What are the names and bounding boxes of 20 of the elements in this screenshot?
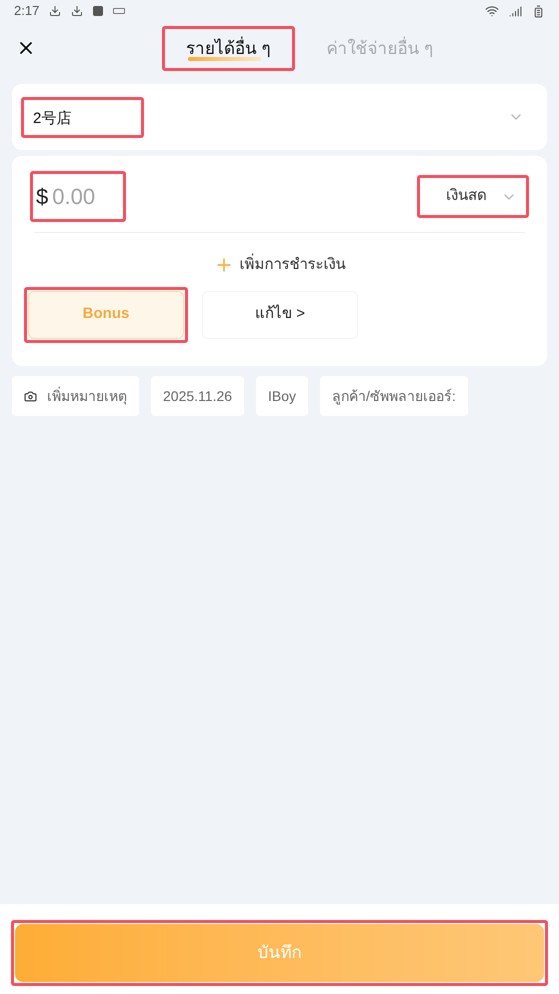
store-select[interactable]: 2号店 xyxy=(25,100,140,134)
tab[interactable]: รายได้อื่น ๆ xyxy=(166,30,290,68)
signal-icon xyxy=(509,4,522,18)
battery-icon xyxy=(532,4,545,18)
info-chip[interactable]: 2025.11.26 xyxy=(151,376,244,416)
download-icon xyxy=(49,5,62,17)
payment-method-select[interactable]: เงินสด xyxy=(421,179,525,214)
option-button[interactable]: แก้ไข > xyxy=(202,290,358,338)
amount-field[interactable]: $ 0.00 xyxy=(34,175,122,218)
add-payment-button[interactable]: เพิ่มการชำระเงิน xyxy=(214,254,346,276)
status-time: 2:17 xyxy=(14,2,40,20)
currency-symbol: $ xyxy=(36,183,48,211)
download-icon xyxy=(71,5,84,17)
info-chip[interactable]: ลูกค้า/ซัพพลายเออร์: xyxy=(320,376,468,416)
wifi-icon xyxy=(485,4,499,18)
amount-input[interactable]: 0.00 xyxy=(52,180,122,213)
camera-icon xyxy=(24,390,37,402)
app-icon xyxy=(93,6,104,16)
info-chip[interactable]: IBoy xyxy=(256,376,308,416)
add-note-chip[interactable]: เพิ่มหมายเหตุ xyxy=(12,376,139,416)
